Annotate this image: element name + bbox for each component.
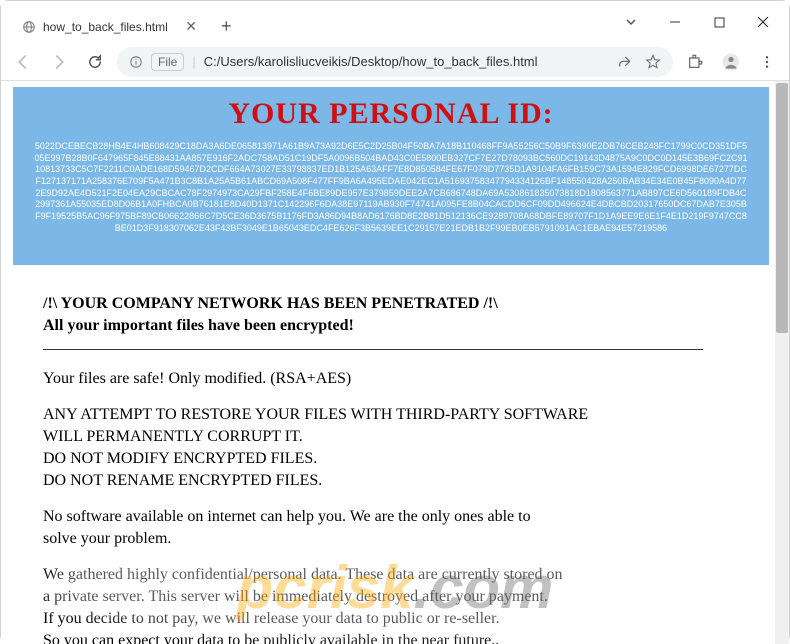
address-bar[interactable]: File | C:/Users/karolisliucveikis/Deskto… [117, 47, 673, 77]
tab-close-button[interactable]: ✕ [181, 18, 201, 35]
info-icon[interactable] [129, 55, 143, 69]
paragraph-2d: DO NOT RENAME ENCRYPTED FILES. [43, 472, 749, 490]
browser-titlebar: how_to_back_files.html ✕ + [1, 1, 789, 43]
caret-down-icon[interactable] [611, 7, 651, 37]
new-tab-button[interactable]: + [211, 10, 242, 43]
personal-id-hex: 5022DCEBECB28HB4E4HB608429C18DA3A6DE0658… [33, 141, 749, 235]
heading: YOUR PERSONAL ID: [33, 97, 749, 131]
browser-tab[interactable]: how_to_back_files.html ✕ [11, 10, 211, 43]
ransom-note-body: /!\ YOUR COMPANY NETWORK HAS BEEN PENETR… [13, 265, 769, 644]
profile-icon[interactable] [717, 48, 745, 76]
warning-line-2: All your important files have been encry… [43, 317, 749, 335]
paragraph-3a: No software available on internet can he… [43, 508, 749, 526]
window-controls [611, 7, 789, 37]
warning-line-1: /!\ YOUR COMPANY NETWORK HAS BEEN PENETR… [43, 295, 749, 313]
paragraph-2b: WILL PERMANENTLY CORRUPT IT. [43, 428, 749, 446]
minimize-button[interactable] [655, 7, 695, 37]
url-scheme: File [151, 53, 184, 71]
close-window-button[interactable] [743, 7, 783, 37]
maximize-button[interactable] [699, 7, 739, 37]
browser-toolbar: File | C:/Users/karolisliucveikis/Deskto… [1, 43, 789, 81]
paragraph-4a: We gathered highly confidential/personal… [43, 566, 749, 584]
bookmark-star-icon[interactable] [645, 54, 661, 70]
extensions-icon[interactable] [681, 48, 709, 76]
tab-title: how_to_back_files.html [43, 20, 168, 34]
url-path: C:/Users/karolisliucveikis/Desktop/how_t… [204, 54, 609, 69]
back-button[interactable] [9, 48, 37, 76]
scrollbar-thumb[interactable] [776, 83, 788, 333]
personal-id-box: YOUR PERSONAL ID: 5022DCEBECB28HB4E4HB60… [13, 87, 769, 265]
reload-button[interactable] [81, 48, 109, 76]
share-icon[interactable] [617, 54, 633, 70]
paragraph-2c: DO NOT MODIFY ENCRYPTED FILES. [43, 450, 749, 468]
url-divider: | [192, 54, 195, 69]
paragraph-1: Your files are safe! Only modified. (RSA… [43, 370, 749, 388]
paragraph-3b: solve your problem. [43, 530, 749, 548]
paragraph-4d: So you can expect your data to be public… [43, 632, 749, 644]
file-icon [21, 19, 37, 35]
page-content: YOUR PERSONAL ID: 5022DCEBECB28HB4E4HB60… [1, 81, 789, 644]
paragraph-2a: ANY ATTEMPT TO RESTORE YOUR FILES WITH T… [43, 406, 749, 424]
url-actions [617, 54, 661, 70]
paragraph-4b: a private server. This server will be im… [43, 588, 749, 606]
menu-icon[interactable] [753, 48, 781, 76]
divider [43, 349, 703, 350]
paragraph-4c: If you decide to not pay, we will releas… [43, 610, 749, 628]
forward-button[interactable] [45, 48, 73, 76]
